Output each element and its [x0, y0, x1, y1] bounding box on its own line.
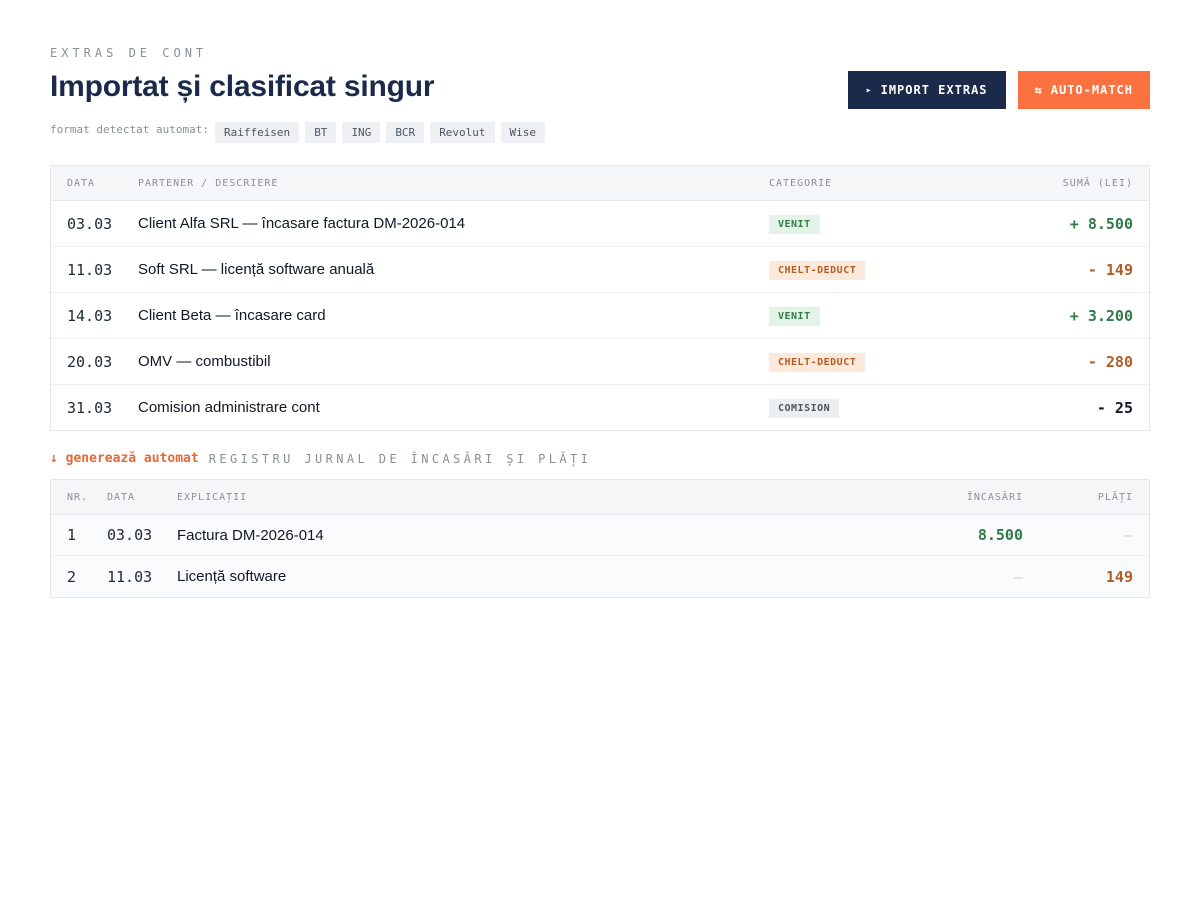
- row-receipt: —: [1013, 567, 1023, 586]
- table-row[interactable]: 03.03 Client Alfa SRL — încasare factura…: [51, 201, 1149, 247]
- journal-table: NR. DATA EXPLICAȚII ÎNCASĂRI PLĂȚI 1 03.…: [50, 479, 1150, 598]
- column-header-receipts: ÎNCASĂRI: [966, 491, 1023, 503]
- formats-label: format detectat automat:: [50, 123, 209, 136]
- column-header-date: DATA: [67, 177, 96, 189]
- column-header-nr: NR.: [67, 491, 89, 503]
- row-date: 03.03: [107, 526, 153, 544]
- format-chip: BCR: [386, 122, 425, 143]
- row-payment: 149: [1105, 567, 1133, 586]
- row-description: OMV — combustibil: [138, 353, 271, 370]
- table-row[interactable]: 31.03 Comision administrare cont COMISIO…: [51, 385, 1149, 430]
- page-title: Importat și clasificat singur: [50, 70, 435, 103]
- category-badge[interactable]: CHELT-DEDUCT: [769, 352, 866, 372]
- generate-section-header: ↓ generează automat REGISTRU JURNAL DE Î…: [50, 451, 591, 466]
- row-amount: - 25: [1096, 398, 1133, 417]
- import-extras-label: IMPORT EXTRAS: [880, 83, 988, 97]
- format-chip: BT: [305, 122, 337, 143]
- row-date: 03.03: [67, 214, 113, 233]
- table-row[interactable]: 20.03 OMV — combustibil CHELT-DEDUCT - 2…: [51, 339, 1149, 385]
- format-chip: Raiffeisen: [214, 122, 300, 143]
- journal-register-title: REGISTRU JURNAL DE ÎNCASĂRI ȘI PLĂȚI: [208, 451, 592, 466]
- format-chip: Revolut: [430, 122, 495, 143]
- import-extras-button[interactable]: ▸ IMPORT EXTRAS: [847, 71, 1006, 109]
- row-amount: - 280: [1087, 352, 1133, 371]
- row-amount: + 3.200: [1069, 306, 1133, 325]
- section-eyebrow: EXTRAS DE CONT: [50, 46, 208, 60]
- table-row[interactable]: 11.03 Soft SRL — licență software anuală…: [51, 247, 1149, 293]
- statement-header-row: DATA PARTENER / DESCRIERE CATEGORIE SUMĂ…: [51, 166, 1149, 201]
- row-explanation: Licență software: [177, 568, 287, 585]
- table-row[interactable]: 1 03.03 Factura DM-2026-014 8.500 —: [51, 515, 1149, 556]
- row-payment: —: [1123, 526, 1133, 544]
- column-header-sum: SUMĂ (LEI): [1062, 177, 1133, 189]
- statement-table: DATA PARTENER / DESCRIERE CATEGORIE SUMĂ…: [50, 165, 1150, 431]
- column-header-explanations: EXPLICAȚII: [177, 491, 248, 503]
- row-date: 11.03: [107, 567, 153, 586]
- category-badge[interactable]: VENIT: [769, 306, 820, 326]
- row-description: Client Alfa SRL — încasare factura DM-20…: [138, 215, 466, 232]
- row-description: Comision administrare cont: [138, 399, 320, 416]
- column-header-description: PARTENER / DESCRIERE: [138, 177, 279, 189]
- action-bar: ▸ IMPORT EXTRAS ⇆ AUTO-MATCH: [847, 71, 1150, 109]
- table-row[interactable]: 2 11.03 Licență software — 149: [51, 556, 1149, 597]
- play-icon: ▸: [865, 84, 873, 96]
- category-badge[interactable]: CHELT-DEDUCT: [769, 260, 866, 280]
- detected-formats: format detectat automat: Raiffeisen BT I…: [50, 122, 546, 143]
- journal-header-row: NR. DATA EXPLICAȚII ÎNCASĂRI PLĂȚI: [51, 480, 1149, 515]
- swap-arrows-icon: ⇆: [1034, 83, 1043, 97]
- row-date: 11.03: [67, 260, 113, 279]
- category-badge[interactable]: VENIT: [769, 214, 820, 234]
- auto-match-label: AUTO-MATCH: [1050, 83, 1133, 97]
- row-number: 1: [67, 526, 77, 544]
- auto-match-button[interactable]: ⇆ AUTO-MATCH: [1017, 71, 1150, 109]
- row-amount: + 8.500: [1069, 214, 1133, 233]
- generate-automatically-link[interactable]: ↓ generează automat: [50, 451, 199, 466]
- category-badge[interactable]: COMISION: [769, 398, 840, 418]
- row-date: 31.03: [67, 398, 113, 417]
- row-description: Client Beta — încasare card: [138, 307, 326, 324]
- row-receipt: 8.500: [977, 526, 1023, 544]
- row-number: 2: [67, 567, 77, 586]
- row-amount: - 149: [1087, 260, 1133, 279]
- row-explanation: Factura DM-2026-014: [177, 526, 324, 544]
- row-description: Soft SRL — licență software anuală: [138, 261, 375, 278]
- format-chip: Wise: [500, 122, 546, 143]
- column-header-category: CATEGORIE: [769, 177, 833, 189]
- format-chip: ING: [342, 122, 381, 143]
- column-header-payments: PLĂȚI: [1097, 491, 1133, 503]
- row-date: 20.03: [67, 352, 113, 371]
- column-header-date: DATA: [107, 491, 136, 503]
- row-date: 14.03: [67, 306, 113, 325]
- table-row[interactable]: 14.03 Client Beta — încasare card VENIT …: [51, 293, 1149, 339]
